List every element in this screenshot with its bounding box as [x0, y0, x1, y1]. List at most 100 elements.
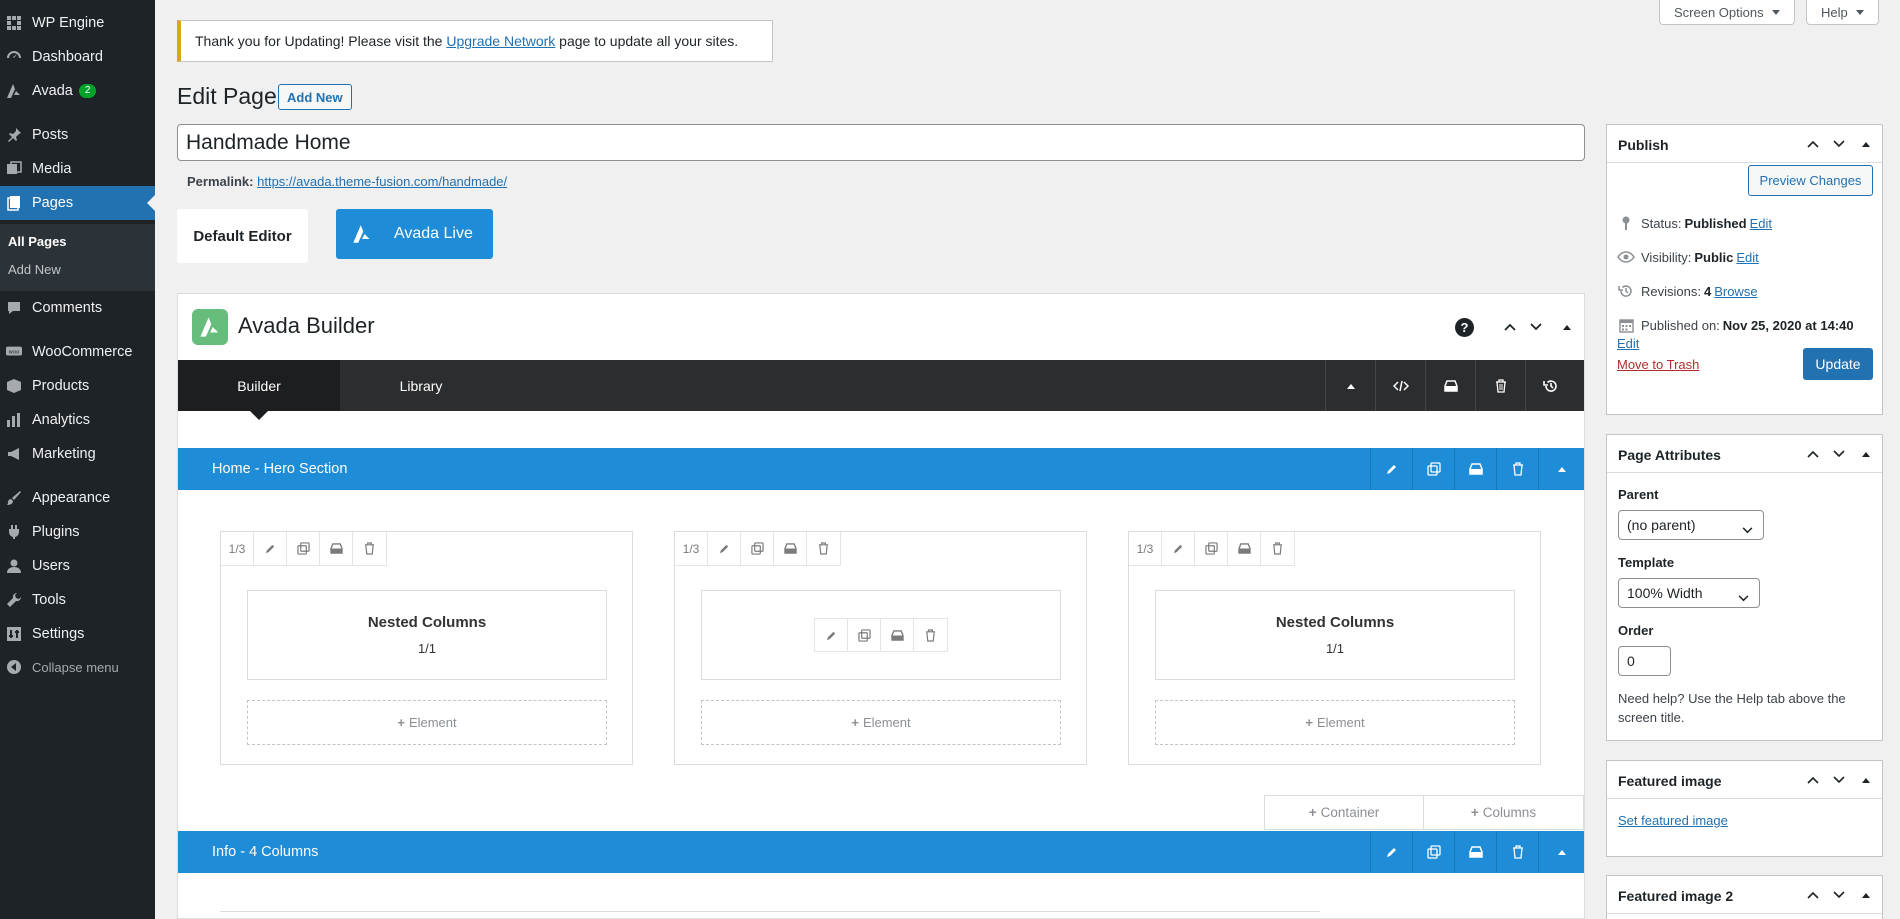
- save-template-icon[interactable]: [320, 532, 353, 565]
- add-element-button[interactable]: + Element: [247, 700, 607, 745]
- chevron-up-icon[interactable]: [1806, 137, 1820, 151]
- menu-item-tools[interactable]: Tools: [0, 583, 155, 617]
- move-to-trash-link[interactable]: Move to Trash: [1617, 357, 1699, 372]
- nested-columns-element[interactable]: Nested Columns 1/1: [1155, 590, 1515, 680]
- trash-icon[interactable]: [914, 619, 947, 651]
- clone-icon[interactable]: [741, 532, 774, 565]
- chevron-down-icon[interactable]: [1529, 320, 1543, 334]
- collapse-section-icon[interactable]: [1538, 448, 1584, 490]
- collapse-menu-button[interactable]: Collapse menu: [0, 650, 155, 684]
- preview-changes-button[interactable]: Preview Changes: [1748, 165, 1873, 196]
- nested-columns-element[interactable]: Nested Columns 1/1: [247, 590, 607, 680]
- collapse-section-icon[interactable]: [1538, 831, 1584, 873]
- menu-item-analytics[interactable]: Analytics: [0, 403, 155, 437]
- menu-item-posts[interactable]: Posts: [0, 118, 155, 152]
- chevron-down-icon[interactable]: [1832, 888, 1846, 902]
- edit-status-link[interactable]: Edit: [1750, 216, 1772, 231]
- order-input[interactable]: 0: [1618, 646, 1671, 676]
- menu-item-settings[interactable]: Settings: [0, 617, 155, 651]
- tab-builder[interactable]: Builder: [178, 360, 340, 420]
- trash-icon[interactable]: [353, 532, 386, 565]
- section-bar-info[interactable]: Info - 4 Columns: [178, 831, 1584, 873]
- add-container-button[interactable]: + Container: [1264, 795, 1424, 830]
- permalink-url[interactable]: https://avada.theme-fusion.com/handmade/: [257, 174, 507, 189]
- column[interactable]: 1/3 Nested Columns 1/1 + Element: [1128, 531, 1541, 765]
- history-icon[interactable]: [1525, 360, 1575, 411]
- trash-icon[interactable]: [807, 532, 840, 565]
- column[interactable]: 1/3 Nested Columns 1/1 + Element: [220, 531, 633, 765]
- menu-item-wp-engine[interactable]: WP Engine: [0, 6, 155, 40]
- toggle-panel-icon[interactable]: [1859, 137, 1873, 151]
- toggle-panel-icon[interactable]: [1859, 773, 1873, 787]
- save-template-icon[interactable]: [1454, 831, 1496, 873]
- menu-item-comments[interactable]: Comments: [0, 291, 155, 325]
- trash-icon[interactable]: [1496, 831, 1538, 873]
- column-size-button[interactable]: 1/3: [1129, 532, 1162, 565]
- menu-item-users[interactable]: Users: [0, 549, 155, 583]
- collapse-all-icon[interactable]: [1325, 360, 1375, 411]
- parent-select[interactable]: (no parent): [1618, 510, 1764, 540]
- chevron-down-icon[interactable]: [1832, 773, 1846, 787]
- menu-item-avada[interactable]: Avada 2: [0, 74, 155, 108]
- default-editor-button[interactable]: Default Editor: [177, 209, 308, 263]
- clone-icon[interactable]: [1195, 532, 1228, 565]
- help-icon[interactable]: ?: [1455, 318, 1474, 337]
- menu-item-woocommerce[interactable]: woo WooCommerce: [0, 335, 155, 369]
- edit-visibility-link[interactable]: Edit: [1736, 250, 1758, 265]
- chevron-down-icon[interactable]: [1832, 137, 1846, 151]
- menu-item-appearance[interactable]: Appearance: [0, 481, 155, 515]
- toggle-panel-icon[interactable]: [1859, 447, 1873, 461]
- code-icon[interactable]: [1375, 360, 1425, 411]
- edit-pencil-icon[interactable]: [815, 619, 848, 651]
- page-title-input[interactable]: [177, 124, 1585, 161]
- set-featured-image-link[interactable]: Set featured image: [1618, 813, 1728, 828]
- avada-live-button[interactable]: Avada Live: [336, 209, 493, 259]
- menu-item-media[interactable]: Media: [0, 152, 155, 186]
- edit-pencil-icon[interactable]: [1370, 831, 1412, 873]
- submenu-all-pages[interactable]: All Pages: [8, 234, 67, 249]
- add-element-button[interactable]: + Element: [1155, 700, 1515, 745]
- chevron-up-icon[interactable]: [1806, 773, 1820, 787]
- add-element-button[interactable]: + Element: [701, 700, 1061, 745]
- clone-icon[interactable]: [1412, 831, 1454, 873]
- chevron-up-icon[interactable]: [1806, 888, 1820, 902]
- toggle-panel-icon[interactable]: [1859, 888, 1873, 902]
- menu-item-plugins[interactable]: Plugins: [0, 515, 155, 549]
- empty-element-placeholder[interactable]: [701, 590, 1061, 680]
- menu-item-products[interactable]: Products: [0, 369, 155, 403]
- chevron-up-icon[interactable]: [1806, 447, 1820, 461]
- column-size-button[interactable]: 1/3: [675, 532, 708, 565]
- trash-icon[interactable]: [1496, 448, 1538, 490]
- tab-library[interactable]: Library: [340, 360, 502, 411]
- add-columns-button[interactable]: + Columns: [1423, 795, 1584, 830]
- chevron-up-icon[interactable]: [1503, 320, 1517, 334]
- edit-pencil-icon[interactable]: [254, 532, 287, 565]
- save-template-icon[interactable]: [1454, 448, 1496, 490]
- clone-icon[interactable]: [1412, 448, 1454, 490]
- help-button[interactable]: Help: [1806, 0, 1879, 25]
- section-bar-hero[interactable]: Home - Hero Section: [178, 448, 1584, 490]
- clone-icon[interactable]: [287, 532, 320, 565]
- save-template-icon[interactable]: [774, 532, 807, 565]
- edit-pencil-icon[interactable]: [1162, 532, 1195, 565]
- add-new-button[interactable]: Add New: [278, 84, 352, 110]
- edit-pencil-icon[interactable]: [1370, 448, 1412, 490]
- screen-options-button[interactable]: Screen Options: [1659, 0, 1795, 25]
- template-select[interactable]: 100% Width: [1618, 578, 1760, 608]
- column[interactable]: 1/3 + Element: [674, 531, 1087, 765]
- menu-item-dashboard[interactable]: Dashboard: [0, 40, 155, 74]
- menu-item-pages[interactable]: Pages: [0, 186, 155, 220]
- toggle-panel-icon[interactable]: [1560, 320, 1574, 334]
- save-template-icon[interactable]: [1228, 532, 1261, 565]
- edit-date-link[interactable]: Edit: [1617, 336, 1639, 351]
- save-template-icon[interactable]: [1425, 360, 1475, 411]
- column-size-button[interactable]: 1/3: [221, 532, 254, 565]
- edit-pencil-icon[interactable]: [708, 532, 741, 565]
- update-button[interactable]: Update: [1803, 348, 1873, 380]
- upgrade-network-link[interactable]: Upgrade Network: [446, 33, 555, 49]
- trash-icon[interactable]: [1475, 360, 1525, 411]
- trash-icon[interactable]: [1261, 532, 1294, 565]
- chevron-down-icon[interactable]: [1832, 447, 1846, 461]
- clone-icon[interactable]: [848, 619, 881, 651]
- save-template-icon[interactable]: [881, 619, 914, 651]
